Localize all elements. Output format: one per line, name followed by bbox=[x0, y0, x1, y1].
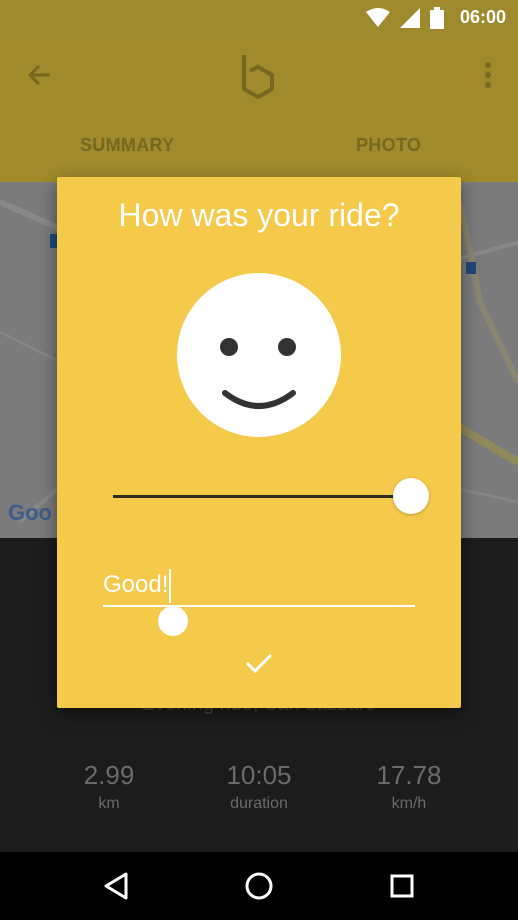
stat-duration-label: duration bbox=[230, 795, 288, 812]
text-cursor bbox=[169, 568, 172, 603]
navigation-bar bbox=[0, 852, 518, 920]
confirm-button[interactable] bbox=[239, 643, 279, 683]
rate-ride-dialog: How was your ride? Good! bbox=[57, 177, 461, 708]
stat-distance: 2.99 km bbox=[29, 760, 189, 813]
battery-icon bbox=[429, 6, 444, 29]
status-bar: 06:00 bbox=[0, 0, 518, 35]
comment-input[interactable]: Good! bbox=[103, 563, 415, 607]
cellular-signal-icon bbox=[399, 7, 420, 28]
stat-duration-value: 10:05 bbox=[226, 760, 292, 790]
tab-summary[interactable]: SUMMARY bbox=[80, 135, 174, 156]
nav-recent-apps-icon[interactable] bbox=[384, 868, 420, 904]
tab-photo[interactable]: PHOTO bbox=[356, 135, 421, 156]
text-selection-handle[interactable] bbox=[158, 606, 188, 636]
more-options-icon[interactable] bbox=[480, 59, 496, 91]
stat-speed-value: 17.78 bbox=[376, 760, 442, 790]
stat-distance-label: km bbox=[98, 795, 120, 812]
nav-back-icon[interactable] bbox=[98, 868, 134, 904]
happy-face-icon bbox=[177, 273, 341, 437]
nav-home-icon[interactable] bbox=[241, 868, 277, 904]
comment-value: Good! bbox=[103, 571, 169, 598]
stat-speed: 17.78 km/h bbox=[329, 760, 489, 813]
dialog-title: How was your ride? bbox=[118, 197, 400, 233]
status-time: 06:00 bbox=[459, 7, 506, 27]
app-bar: SUMMARY PHOTO bbox=[0, 35, 518, 182]
stat-speed-label: km/h bbox=[391, 795, 427, 812]
rating-slider-track[interactable] bbox=[113, 495, 409, 498]
stat-duration: 10:05 duration bbox=[179, 760, 339, 813]
checkmark-icon bbox=[245, 653, 273, 674]
stat-distance-value: 2.99 bbox=[83, 760, 135, 790]
map-attribution: Goo bbox=[8, 500, 52, 525]
app-logo-icon bbox=[242, 55, 274, 99]
back-arrow-icon[interactable] bbox=[22, 57, 58, 93]
rating-slider-thumb[interactable] bbox=[393, 478, 429, 514]
wifi-icon bbox=[365, 7, 390, 27]
